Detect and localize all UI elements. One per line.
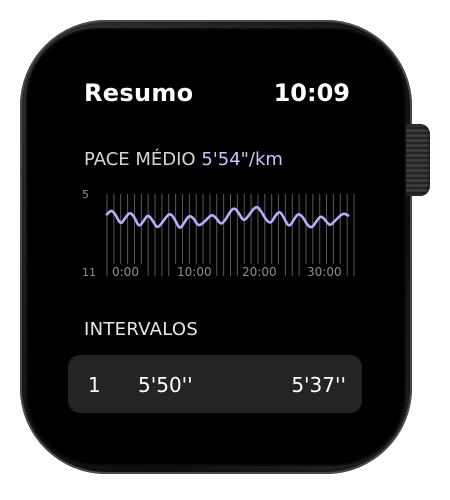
chart-x-tick-label: 10:00 <box>177 265 212 279</box>
interval-time: 5'37'' <box>291 373 346 397</box>
chart-y-tick-label: 5 <box>82 190 89 201</box>
average-pace-metric: PACE MÉDIO 5'54"/km <box>84 149 283 170</box>
average-pace-value: 5'54"/km <box>201 149 283 170</box>
interval-index: 1 <box>88 373 101 397</box>
pace-series-line <box>105 205 350 229</box>
digital-crown[interactable] <box>400 124 430 196</box>
interval-row[interactable]: 1 5'50'' 5'37'' <box>68 355 362 413</box>
watch-screen: Resumo 10:09 PACE MÉDIO 5'54"/km 5 11 0:00… <box>40 45 395 455</box>
watch-device: Resumo 10:09 PACE MÉDIO 5'54"/km 5 11 0:00… <box>0 0 450 500</box>
average-pace-label: PACE MÉDIO <box>84 149 196 170</box>
chart-x-tick-label: 0:00 <box>112 265 139 279</box>
clock-time: 10:09 <box>273 79 350 107</box>
intervals-heading: INTERVALOS <box>84 319 199 340</box>
chart-x-tick-label: 30:00 <box>307 265 342 279</box>
pace-chart: 5 11 0:00 10:00 20:00 30:00 <box>82 190 355 279</box>
screen-title: Resumo <box>84 79 194 107</box>
chart-x-tick-label: 20:00 <box>242 265 277 279</box>
interval-pace: 5'50'' <box>138 373 193 397</box>
chart-y-tick-label: 11 <box>82 266 96 279</box>
